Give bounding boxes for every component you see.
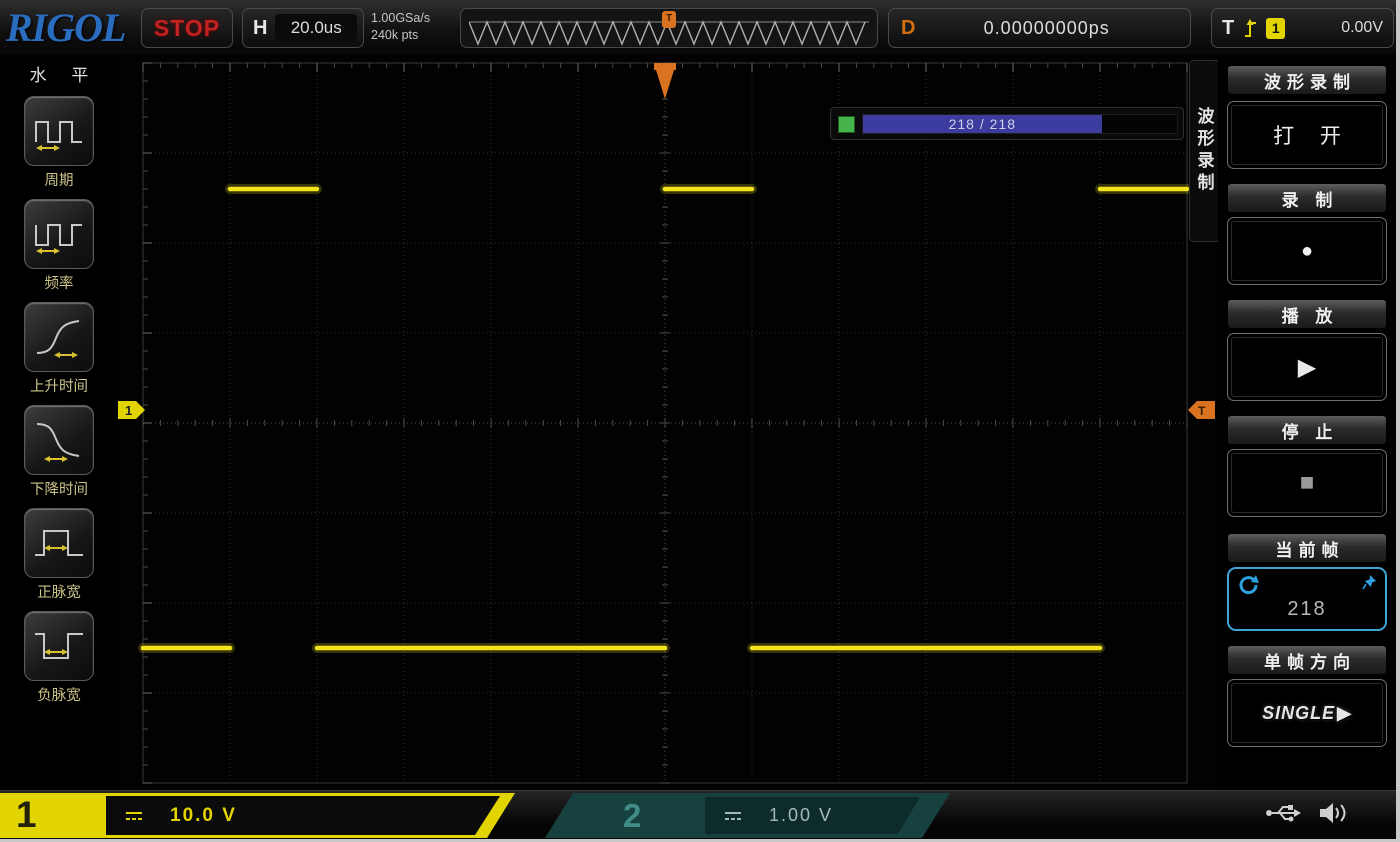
frame-direction-value: SINGLE	[1262, 703, 1335, 723]
memory-depth: 240k pts	[371, 27, 459, 44]
acquisition-info: 1.00GSa/s 240k pts	[371, 10, 459, 44]
dc-coupling-icon	[124, 810, 144, 822]
sidebar-item-period[interactable]: 周期	[24, 96, 94, 190]
sidebar-item-fall-time[interactable]: 下降时间	[24, 405, 94, 499]
timebase-block[interactable]: H 20.0us	[242, 8, 364, 48]
channel2-number: 2	[623, 797, 641, 835]
frame-direction-button[interactable]: SINGLE▶	[1227, 679, 1387, 747]
trigger-level-value: 0.00V	[1341, 19, 1383, 37]
timebase-value: 20.0us	[275, 14, 357, 42]
top-bar: RIGOL STOP H 20.0us 1.00GSa/s 240k pts T…	[0, 0, 1396, 57]
rotary-knob-icon	[1237, 574, 1259, 596]
record-menu-tab: 波形录制	[1189, 60, 1218, 242]
frequency-icon	[31, 212, 87, 256]
record-dot-icon: ●	[1301, 240, 1313, 263]
period-icon	[31, 109, 87, 153]
channel2-scale: 1.00 V	[769, 805, 833, 826]
timebase-h-label: H	[253, 17, 267, 40]
direction-arrow-icon: ▶	[1337, 703, 1352, 723]
sidebar-item-negative-pulse-width[interactable]: 负脉宽	[24, 611, 94, 705]
trigger-source-badge: 1	[1266, 18, 1285, 39]
svg-text:1: 1	[125, 403, 132, 418]
record-button[interactable]: ●	[1227, 217, 1387, 285]
sidebar-item-positive-pulse-width[interactable]: 正脉宽	[24, 508, 94, 602]
rising-edge-icon	[1242, 16, 1258, 40]
positive-pulse-width-icon	[31, 521, 87, 565]
trigger-t-label: T	[1222, 17, 1234, 40]
delay-d-label: D	[901, 17, 915, 40]
rise-time-icon	[31, 315, 87, 359]
rigol-logo: RIGOL	[6, 4, 125, 51]
delay-value: 0.00000000ps	[915, 18, 1178, 39]
waveform-preview-bar[interactable]: T	[460, 8, 878, 48]
run-state-button[interactable]: STOP	[141, 8, 233, 48]
sidebar-item-frequency[interactable]: 频率	[24, 199, 94, 293]
usb-icon	[1264, 801, 1302, 825]
frame-direction-label: 单帧方向	[1227, 645, 1387, 675]
graticule-and-trace: 1 T	[118, 57, 1215, 790]
play-triangle-icon: ▶	[1298, 353, 1316, 382]
current-frame-value: 218	[1229, 598, 1385, 621]
channel2-status[interactable]: 2 1.00 V	[545, 793, 950, 838]
sample-rate: 1.00GSa/s	[371, 10, 459, 27]
channel1-number: 1	[16, 794, 37, 836]
channel1-scale: 10.0 V	[170, 805, 237, 827]
stop-button[interactable]: ■	[1227, 449, 1387, 517]
waveform-display: 1 T 218 / 218	[118, 57, 1215, 790]
dc-coupling-icon	[723, 810, 743, 822]
channel1-status[interactable]: 1 10.0 V	[0, 793, 515, 838]
oscilloscope-screen: RIGOL STOP H 20.0us 1.00GSa/s 240k pts T…	[0, 0, 1400, 842]
play-button[interactable]: ▶	[1227, 333, 1387, 401]
play-label: 播 放	[1227, 299, 1387, 329]
pushpin-icon	[1362, 574, 1377, 590]
sidebar-item-rise-time[interactable]: 上升时间	[24, 302, 94, 396]
record-label: 录 制	[1227, 183, 1387, 213]
stop-label: 停 止	[1227, 415, 1387, 445]
svg-text:T: T	[1198, 404, 1206, 418]
current-frame-label: 当前帧	[1227, 533, 1387, 563]
run-state-label: STOP	[154, 15, 220, 42]
channel1-level-marker[interactable]: 1	[118, 401, 145, 419]
sidebar-title: 水 平	[20, 61, 99, 87]
negative-pulse-width-icon	[31, 624, 87, 668]
record-menu-title: 波形录制	[1227, 65, 1387, 95]
sound-icon	[1318, 801, 1348, 825]
trigger-block[interactable]: T 1 0.00V	[1211, 8, 1394, 48]
fall-time-icon	[31, 418, 87, 462]
trigger-level-marker[interactable]: T	[1188, 401, 1215, 419]
trigger-position-marker[interactable]	[654, 63, 676, 99]
progress-fill: 218 / 218	[863, 115, 1102, 133]
channel-status-bar: 1 10.0 V 2 1.00 V	[0, 790, 1396, 839]
current-frame-field[interactable]: 218	[1227, 567, 1387, 631]
record-progress-bar: 218 / 218	[830, 107, 1184, 140]
record-open-button[interactable]: 打 开	[1227, 101, 1387, 169]
trigger-position-marker-top[interactable]: T	[662, 11, 676, 28]
record-status-square	[838, 116, 855, 133]
measure-sidebar: 水 平 周期 频率	[0, 57, 118, 790]
delay-block[interactable]: D 0.00000000ps	[888, 8, 1191, 48]
record-menu: 波形录制 打 开 录 制 ● 播 放 ▶ 停 止 ■ 当前帧 218	[1220, 57, 1396, 790]
stop-square-icon: ■	[1300, 469, 1315, 497]
